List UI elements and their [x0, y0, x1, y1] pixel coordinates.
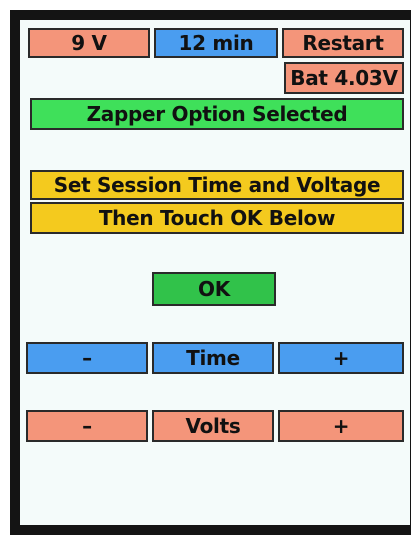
touch-screen: 9 V 12 min Restart Bat 4.03V Zapper Opti…	[20, 20, 410, 525]
time-increase-button[interactable]: +	[278, 342, 404, 374]
volts-label: Volts	[152, 410, 274, 442]
voltage-display: 9 V	[28, 28, 150, 58]
time-label: Time	[152, 342, 274, 374]
restart-button[interactable]: Restart	[282, 28, 404, 58]
time-decrease-button[interactable]: –	[26, 342, 148, 374]
mode-banner: Zapper Option Selected	[30, 98, 404, 130]
time-display: 12 min	[154, 28, 278, 58]
instruction-line-1: Set Session Time and Voltage	[30, 170, 404, 200]
instruction-line-2: Then Touch OK Below	[30, 202, 404, 234]
volts-decrease-button[interactable]: –	[26, 410, 148, 442]
volts-increase-button[interactable]: +	[278, 410, 404, 442]
ok-button[interactable]: OK	[152, 272, 276, 306]
battery-indicator: Bat 4.03V	[284, 62, 404, 94]
